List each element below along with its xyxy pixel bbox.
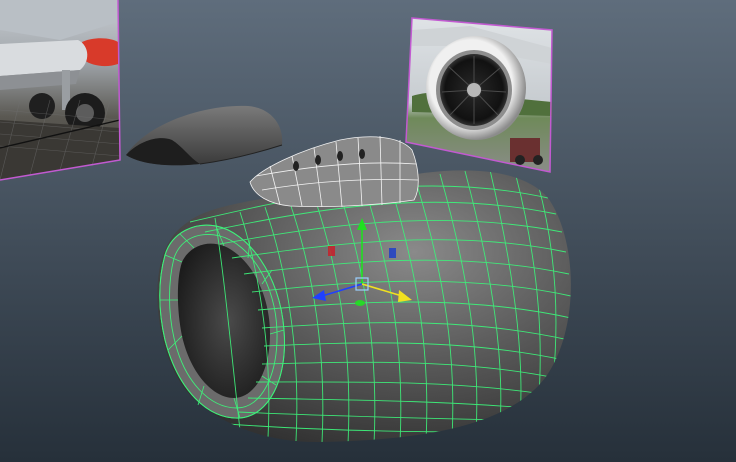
viewport-canvas[interactable] [0,0,736,462]
plane-handle-yz[interactable] [389,248,396,258]
plane-handle-xy[interactable] [328,246,335,256]
side-reference-image-plane[interactable] [0,0,121,181]
plane-handle-xz[interactable] [355,300,365,306]
maya-3d-viewport[interactable] [0,0,736,462]
